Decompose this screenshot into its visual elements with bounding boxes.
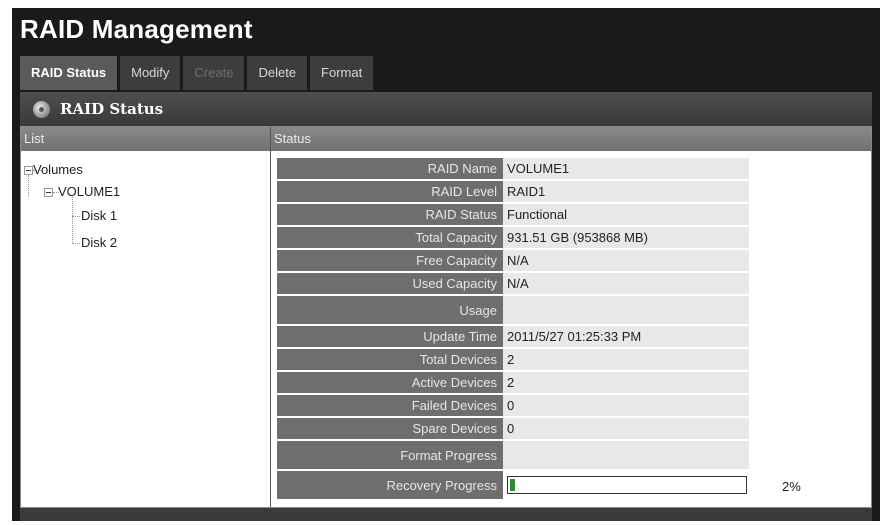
table-row: Failed Devices 0 xyxy=(277,395,749,416)
table-row: Update Time 2011/5/27 01:25:33 PM xyxy=(277,326,749,347)
collapse-icon[interactable] xyxy=(24,166,33,175)
table-row: RAID Name VOLUME1 xyxy=(277,158,749,179)
raid-status-value: Functional xyxy=(503,204,749,225)
raid-status-table: RAID Name VOLUME1 RAID Level RAID1 RAID St… xyxy=(277,156,749,501)
raid-name-label: RAID Name xyxy=(277,158,503,179)
free-capacity-label: Free Capacity xyxy=(277,250,503,271)
section-header: RAID Status xyxy=(20,92,872,126)
recovery-progress-fill xyxy=(510,479,515,491)
raid-name-value: VOLUME1 xyxy=(503,158,749,179)
table-row: Spare Devices 0 xyxy=(277,418,749,439)
update-time-value: 2011/5/27 01:25:33 PM xyxy=(503,326,749,347)
content-panel: List Status Volumes VOLUME1 Disk 1 Disk … xyxy=(20,126,872,508)
table-row: RAID Level RAID1 xyxy=(277,181,749,202)
tree-node-volume1[interactable]: VOLUME1 xyxy=(58,184,120,199)
spare-devices-value: 0 xyxy=(503,418,749,439)
used-capacity-value: N/A xyxy=(503,273,749,294)
status-column-header: Status xyxy=(271,127,871,151)
page-title: RAID Management xyxy=(20,14,253,44)
spare-devices-label: Spare Devices xyxy=(277,418,503,439)
free-capacity-value: N/A xyxy=(503,250,749,271)
usage-value xyxy=(503,296,749,324)
update-time-label: Update Time xyxy=(277,326,503,347)
format-progress-value xyxy=(503,441,749,469)
table-row: Active Devices 2 xyxy=(277,372,749,393)
tree-node-volumes[interactable]: Volumes xyxy=(33,162,83,177)
table-row: Used Capacity N/A xyxy=(277,273,749,294)
failed-devices-label: Failed Devices xyxy=(277,395,503,416)
list-column-header: List xyxy=(21,127,271,151)
tab-raid-status[interactable]: RAID Status xyxy=(20,56,118,90)
failed-devices-value: 0 xyxy=(503,395,749,416)
total-capacity-value: 931.51 GB (953868 MB) xyxy=(503,227,749,248)
recovery-progress-percent: 2% xyxy=(782,478,801,494)
table-row: Total Devices 2 xyxy=(277,349,749,370)
raid-level-value: RAID1 xyxy=(503,181,749,202)
table-row: Free Capacity N/A xyxy=(277,250,749,271)
raid-level-label: RAID Level xyxy=(277,181,503,202)
recovery-progress-bar xyxy=(507,476,747,494)
table-row: Total Capacity 931.51 GB (953868 MB) xyxy=(277,227,749,248)
total-devices-label: Total Devices xyxy=(277,349,503,370)
tree-node-disk[interactable]: Disk 2 xyxy=(81,235,117,250)
recovery-progress-label: Recovery Progress xyxy=(277,471,503,499)
format-progress-label: Format Progress xyxy=(277,441,503,469)
table-row: Usage xyxy=(277,296,749,324)
collapse-icon[interactable] xyxy=(44,188,53,197)
table-row: Recovery Progress xyxy=(277,471,749,499)
tab-bar: RAID Status Modify Create Delete Format xyxy=(20,56,376,90)
raid-status-label: RAID Status xyxy=(277,204,503,225)
total-capacity-label: Total Capacity xyxy=(277,227,503,248)
table-row: RAID Status Functional xyxy=(277,204,749,225)
tab-create[interactable]: Create xyxy=(183,56,245,90)
disc-icon xyxy=(33,100,50,118)
recovery-progress-cell xyxy=(503,471,749,499)
active-devices-value: 2 xyxy=(503,372,749,393)
tab-delete[interactable]: Delete xyxy=(247,56,308,90)
tree-node-disk[interactable]: Disk 1 xyxy=(81,208,117,223)
used-capacity-label: Used Capacity xyxy=(277,273,503,294)
raid-management-window: RAID Management RAID Status Modify Creat… xyxy=(12,8,880,521)
total-devices-value: 2 xyxy=(503,349,749,370)
footer-bar xyxy=(20,508,872,521)
active-devices-label: Active Devices xyxy=(277,372,503,393)
usage-label: Usage xyxy=(277,296,503,324)
column-divider xyxy=(270,127,271,507)
tab-modify[interactable]: Modify xyxy=(120,56,181,90)
table-row: Format Progress xyxy=(277,441,749,469)
section-title: RAID Status xyxy=(60,100,164,118)
tab-format[interactable]: Format xyxy=(310,56,374,90)
